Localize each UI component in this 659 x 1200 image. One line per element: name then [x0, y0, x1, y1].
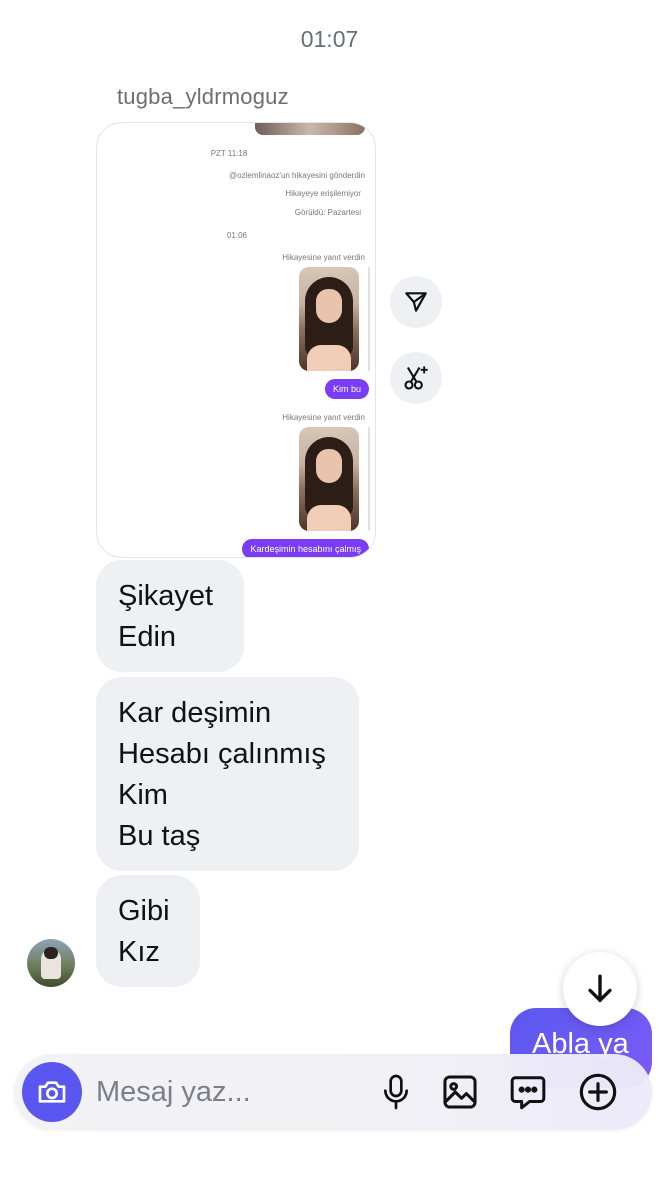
received-message[interactable]: Şikayet Edin	[96, 560, 244, 672]
screenshot-top-photo	[255, 123, 365, 135]
scroll-to-bottom-button[interactable]	[563, 952, 637, 1026]
timestamp: 01:07	[300, 26, 359, 52]
microphone-icon	[384, 1074, 408, 1110]
screenshot-reply-bar	[368, 427, 370, 531]
avatar[interactable]	[27, 939, 75, 987]
camera-icon	[38, 1081, 66, 1103]
screenshot-reply-label: Hikayesine yanıt verdin	[282, 413, 365, 422]
received-message[interactable]: Gibi Kız	[96, 875, 200, 987]
screenshot-bubble: Kardeşimin hesabını çalmış	[242, 539, 369, 557]
arrow-down-icon	[588, 974, 612, 1003]
microphone-button[interactable]	[374, 1070, 418, 1114]
message-line: Şikayet	[118, 580, 214, 612]
message-line: Kim	[118, 779, 168, 811]
sticker-chat-icon	[510, 1076, 546, 1110]
ai-edit-button[interactable]	[390, 352, 442, 404]
camera-button[interactable]	[22, 1062, 82, 1122]
shared-screenshot[interactable]: PZT 11:18 @ozlemlinaoz'un hikayesini gön…	[96, 122, 376, 558]
screenshot-timestamp: 01:06	[226, 231, 248, 240]
plus-icon	[579, 1073, 617, 1111]
received-message[interactable]: Kar deşimin Hesabı çalınmış Kim Bu taş	[96, 677, 359, 871]
message-line: Kız	[118, 936, 160, 968]
scissors-sparkle-icon	[404, 366, 428, 390]
share-button[interactable]	[390, 276, 442, 328]
screenshot-story-photo	[299, 267, 359, 371]
screenshot-reply-label: Hikayesine yanıt verdin	[282, 253, 365, 262]
message-line: Edin	[118, 621, 177, 653]
screenshot-story-unavailable: Hikayeye erişilemiyor	[285, 189, 361, 198]
message-line: Bu taş	[118, 820, 201, 852]
message-line: Kar deşimin	[118, 697, 272, 729]
message-input[interactable]	[96, 1072, 356, 1112]
screenshot-bubble: Kim bu	[324, 379, 369, 399]
gallery-icon	[443, 1075, 477, 1109]
gallery-button[interactable]	[438, 1070, 482, 1114]
message-composer	[14, 1054, 652, 1130]
screenshot-reply-bar	[368, 267, 370, 371]
screenshot-story-sent: @ozlemlinaoz'un hikayesini gönderdin	[229, 171, 365, 180]
sticker-chat-button[interactable]	[506, 1070, 550, 1114]
send-icon	[405, 292, 427, 312]
message-line: Hesabı çalınmış	[118, 738, 326, 770]
screenshot-story-photo	[299, 427, 359, 531]
more-button[interactable]	[576, 1070, 620, 1114]
message-line: Gibi	[118, 895, 170, 927]
sender-name: tugba_yldrmoguz	[117, 84, 289, 109]
screenshot-seen: Görüldü: Pazartesi	[294, 208, 361, 217]
screenshot-timestamp: PZT 11:18	[210, 149, 248, 158]
